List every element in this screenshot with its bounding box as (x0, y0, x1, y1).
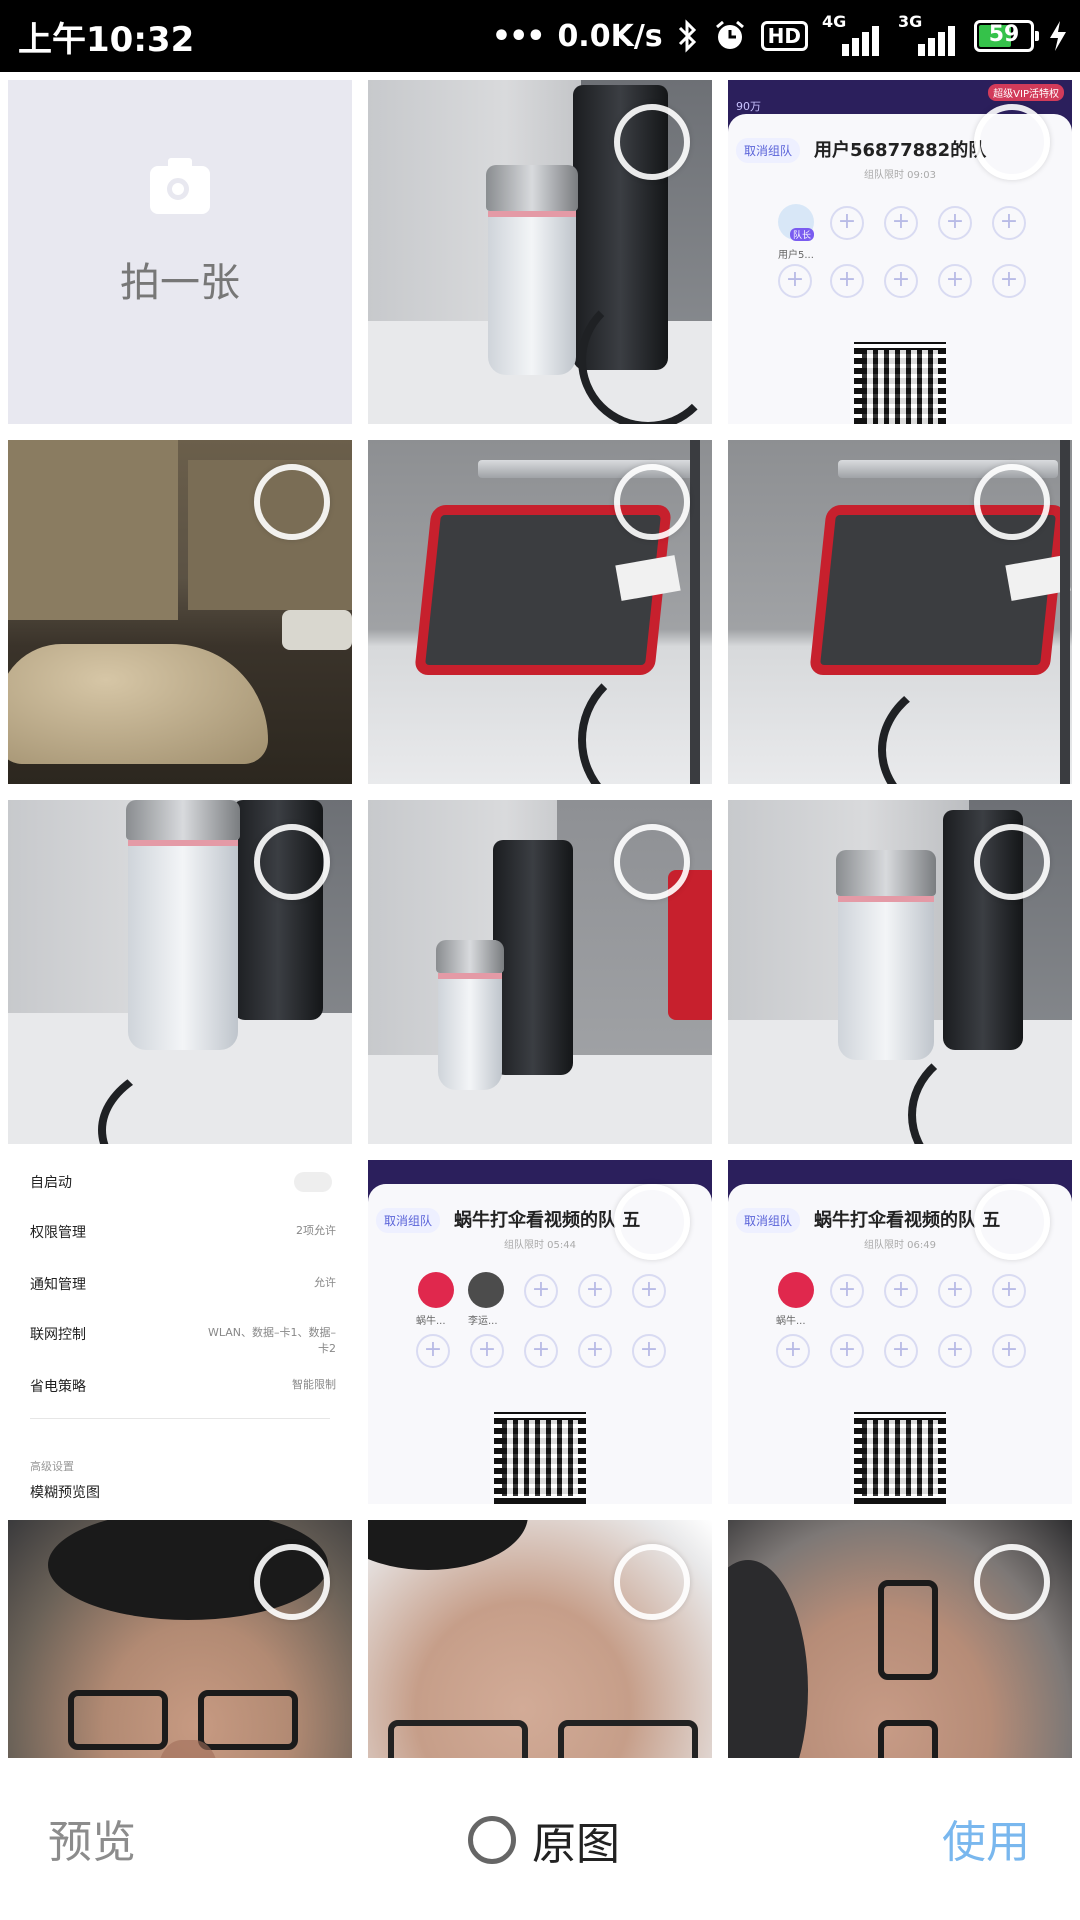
charging-icon (1048, 19, 1068, 53)
battery-icon: 59 (974, 20, 1039, 52)
photo-grid[interactable]: 拍一张 90万 超级VIP活特权 取消组队 用户56877882的队 组队限时 … (0, 72, 1080, 1758)
qr-code-image (854, 342, 946, 424)
photo-thumbnail[interactable] (8, 800, 352, 1144)
camera-icon (150, 158, 210, 214)
take-photo-tile[interactable]: 拍一张 (8, 80, 352, 424)
select-circle[interactable] (614, 104, 690, 180)
team-title: 用户56877882的队 (814, 140, 987, 161)
photo-thumbnail[interactable]: 取消组队 蜗牛打伞看视频的队 五 组队限时 06:49 蜗牛... + + + … (728, 1160, 1072, 1504)
photo-thumbnail[interactable]: 取消组队 蜗牛打伞看视频的队 五 组队限时 05:44 蜗牛... 李运... … (368, 1160, 712, 1504)
select-circle[interactable] (974, 824, 1050, 900)
photo-thumbnail[interactable]: 自启动 权限管理 2项允许 通知管理 允许 联网控制 WLAN、数据–卡1、数据–卡2… (8, 1160, 352, 1504)
photo-thumbnail[interactable] (368, 80, 712, 424)
select-circle[interactable] (614, 824, 690, 900)
take-photo-label: 拍一张 (120, 260, 240, 306)
select-circle[interactable] (614, 464, 690, 540)
photo-thumbnail[interactable] (368, 1520, 712, 1758)
qr-code-image (494, 1412, 586, 1504)
status-bar: 上午10:32 ••• 0.0K/s HD 4G 3G 59 (0, 0, 1080, 72)
select-circle[interactable] (974, 104, 1050, 180)
team-title: 蜗牛打伞看视频的队 五 (814, 1210, 1001, 1231)
select-circle[interactable] (254, 1544, 330, 1620)
select-circle[interactable] (974, 1184, 1050, 1260)
bottom-action-bar: 预览 原图 使用 (0, 1758, 1080, 1920)
select-circle[interactable] (614, 1184, 690, 1260)
preview-button[interactable]: 预览 (48, 1806, 136, 1870)
photo-thumbnail[interactable] (728, 800, 1072, 1144)
select-circle[interactable] (974, 1544, 1050, 1620)
signal-3g-icon: 3G (898, 12, 960, 56)
photo-thumbnail[interactable]: 90万 超级VIP活特权 取消组队 用户56877882的队 组队限时 09:0… (728, 80, 1072, 424)
bluetooth-icon (677, 19, 699, 53)
select-circle[interactable] (254, 824, 330, 900)
qr-code-image (854, 1412, 946, 1504)
select-circle[interactable] (614, 1544, 690, 1620)
signal-4g-icon: 4G (822, 12, 884, 56)
status-time: 上午10:32 (18, 20, 195, 60)
photo-thumbnail[interactable] (368, 800, 712, 1144)
more-dots-icon: ••• (491, 18, 546, 54)
status-icons: ••• 0.0K/s HD 4G 3G 59 (492, 10, 1068, 62)
alarm-icon (713, 19, 747, 53)
cancel-team-button: 取消组队 (376, 1208, 441, 1233)
photo-thumbnail[interactable] (728, 440, 1072, 784)
team-title: 蜗牛打伞看视频的队 五 (454, 1210, 641, 1231)
radio-unchecked-icon[interactable] (468, 1816, 516, 1864)
original-image-label: 原图 (532, 1819, 620, 1870)
photo-thumbnail[interactable] (8, 440, 352, 784)
photo-thumbnail[interactable] (728, 1520, 1072, 1758)
use-button[interactable]: 使用 (942, 1806, 1030, 1870)
original-image-toggle[interactable]: 原图 (468, 1808, 620, 1872)
cancel-team-button: 取消组队 (736, 1208, 801, 1233)
hd-icon: HD (760, 21, 808, 51)
photo-thumbnail[interactable] (368, 440, 712, 784)
select-circle[interactable] (974, 464, 1050, 540)
net-speed: 0.0K/s (557, 18, 663, 54)
select-circle[interactable] (254, 464, 330, 540)
cancel-team-button: 取消组队 (736, 138, 801, 163)
photo-thumbnail[interactable] (8, 1520, 352, 1758)
